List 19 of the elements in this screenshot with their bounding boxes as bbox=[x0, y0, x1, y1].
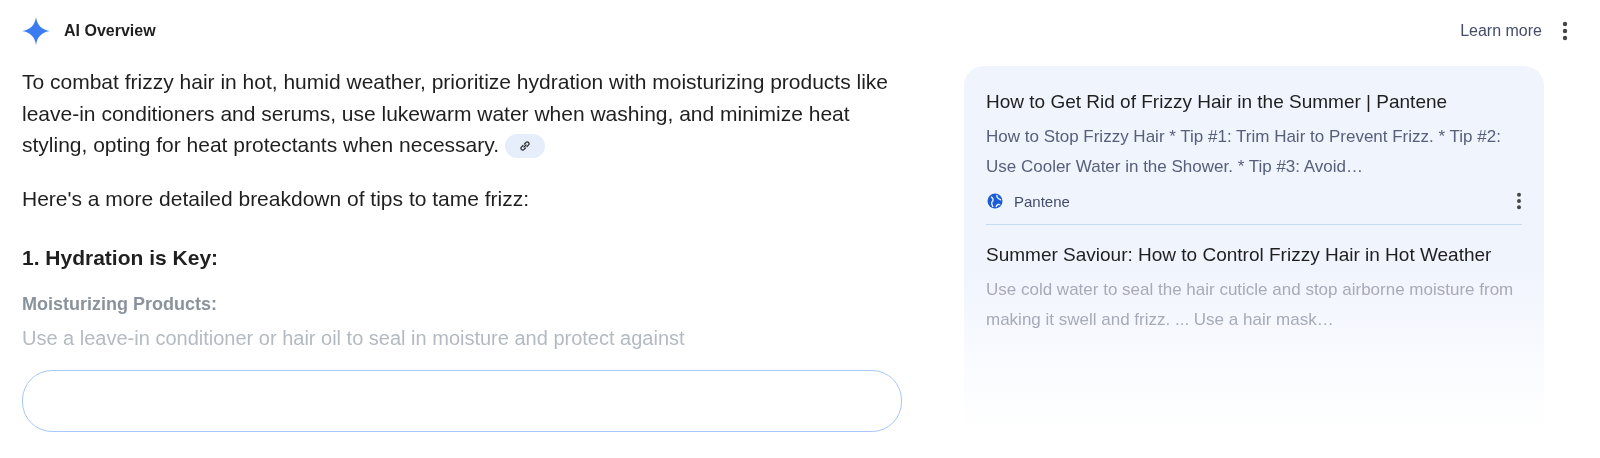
source-title-link[interactable]: Summer Saviour: How to Control Frizzy Hair in Hot Weather bbox=[986, 241, 1522, 269]
more-options-icon[interactable] bbox=[1562, 21, 1568, 41]
subheading: Moisturizing Products: bbox=[22, 292, 218, 316]
section-heading: 1. Hydration is Key: bbox=[22, 245, 220, 271]
source-snippet: How to Stop Frizzy Hair * Tip #1: Trim Hair to Prevent Frizz. * Tip #2: Use Cooler Water in the Shower. * Tip #3: Avoid… bbox=[986, 126, 1502, 178]
summary-paragraph: To combat frizzy hair in hot, humid weather, prioritize hydration with moisturizing products like leave-in conditioners and serums, use lukewarm water when washing, and minimize heat styling, opting for heat protectants when necessary. bbox=[22, 66, 902, 161]
globe-icon bbox=[986, 192, 1004, 210]
faded-text: Use a leave-in conditioner or hair oil to seal in moisture and protect against bbox=[22, 325, 686, 351]
learn-more-link[interactable]: Learn more bbox=[1460, 22, 1542, 40]
source-snippet: Use cold water to seal the hair cuticle and stop airborne moisture from making it swell and frizz. ... Use a hair mask… bbox=[986, 279, 1515, 331]
source-site: Pantene bbox=[1014, 192, 1070, 210]
link-chip[interactable] bbox=[505, 134, 546, 159]
input-field[interactable] bbox=[22, 369, 902, 432]
overview-title: AI Overview bbox=[64, 22, 156, 40]
intro-text: Here's a more detailed breakdown of tips to tame frizz: bbox=[22, 185, 531, 212]
more-options-icon[interactable] bbox=[1516, 192, 1522, 210]
sparkle-icon bbox=[22, 17, 50, 45]
source-title-link[interactable]: How to Get Rid of Frizzy Hair in the Summer | Pantene bbox=[986, 88, 1522, 116]
link-icon bbox=[518, 139, 533, 154]
